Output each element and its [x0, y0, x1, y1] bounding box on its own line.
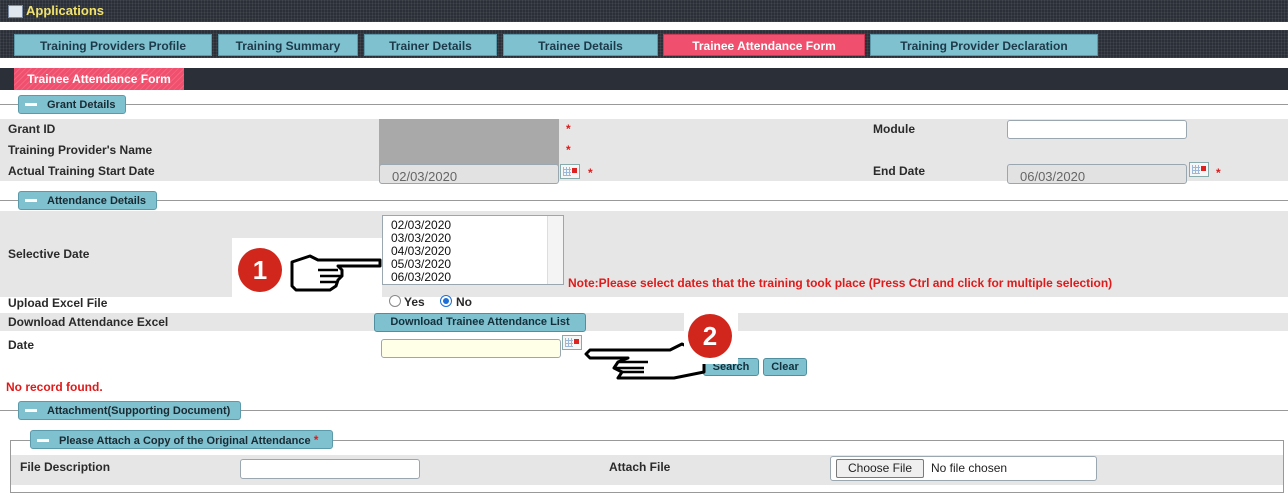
start-date-field[interactable]: 02/03/2020 — [379, 164, 559, 184]
redacted-grant-info — [379, 119, 559, 167]
collapse-icon — [25, 102, 37, 106]
download-excel-label: Download Attendance Excel — [8, 315, 169, 329]
grant-details-title: Grant Details — [47, 99, 116, 111]
grant-id-label: Grant ID — [8, 122, 56, 136]
end-date-calendar-icon[interactable] — [1189, 162, 1209, 177]
clear-button[interactable]: Clear — [763, 358, 807, 376]
tab-trainee-attendance-form[interactable]: Trainee Attendance Form — [663, 34, 865, 56]
date-option[interactable]: 03/03/2020 — [391, 231, 451, 245]
attachment-header[interactable]: Attachment(Supporting Document) — [18, 401, 242, 420]
section-divider — [0, 104, 1288, 105]
pointing-hand-icon — [290, 254, 382, 292]
tab-training-providers-profile[interactable]: Training Providers Profile — [14, 34, 212, 56]
listbox-scrollbar[interactable] — [547, 216, 563, 284]
application-icon — [8, 5, 23, 18]
upload-no-label: No — [456, 295, 472, 309]
attachment-title: Attachment(Supporting Document) — [47, 405, 231, 417]
provider-name-required: * — [566, 143, 571, 157]
selection-note: Note:Please select dates that the traini… — [568, 276, 1113, 290]
end-date-field[interactable]: 06/03/2020 — [1007, 164, 1187, 184]
collapse-icon — [37, 438, 49, 442]
tab-training-provider-declaration[interactable]: Training Provider Declaration — [870, 34, 1098, 56]
end-date-required: * — [1216, 166, 1221, 180]
date-label: Date — [8, 338, 35, 352]
provider-name-label: Training Provider's Name — [8, 143, 153, 157]
attach-copy-required: * — [313, 433, 319, 447]
end-date-label: End Date — [873, 164, 926, 178]
module-label: Module — [873, 122, 915, 136]
date-option[interactable]: 02/03/2020 — [391, 218, 451, 232]
step-1-badge: 1 — [238, 248, 282, 292]
tab-training-summary[interactable]: Training Summary — [218, 34, 358, 56]
file-description-label: File Description — [20, 460, 111, 474]
start-date-label: Actual Training Start Date — [8, 164, 155, 178]
upload-yes-radio[interactable] — [389, 295, 401, 307]
upload-yes-label: Yes — [404, 295, 425, 309]
grant-details-header[interactable]: Grant Details — [18, 95, 127, 114]
selective-date-label: Selective Date — [8, 247, 90, 261]
selective-date-listbox[interactable]: 02/03/2020 03/03/2020 04/03/2020 05/03/2… — [382, 215, 564, 285]
attach-copy-title: Please Attach a Copy of the Original Att… — [59, 435, 311, 447]
download-band — [0, 313, 1288, 331]
no-file-chosen-text: No file chosen — [931, 461, 1008, 475]
app-title: Applications — [26, 3, 105, 18]
tab-trainer-details[interactable]: Trainer Details — [364, 34, 497, 56]
collapse-icon — [25, 198, 37, 202]
date-field[interactable] — [381, 339, 561, 358]
upload-excel-label: Upload Excel File — [8, 296, 108, 310]
file-description-field[interactable] — [240, 459, 420, 479]
grant-id-required: * — [566, 122, 571, 136]
start-date-calendar-icon[interactable] — [560, 164, 580, 179]
attach-file-label: Attach File — [609, 460, 671, 474]
no-record-message: No record found. — [6, 380, 103, 394]
subtab-trainee-attendance-form[interactable]: Trainee Attendance Form — [14, 68, 184, 90]
date-option[interactable]: 05/03/2020 — [391, 257, 451, 271]
tab-trainee-details[interactable]: Trainee Details — [503, 34, 658, 56]
title-bar: Applications — [0, 0, 1288, 22]
date-option[interactable]: 04/03/2020 — [391, 244, 451, 258]
upload-no-radio[interactable] — [440, 295, 452, 307]
subtab-bar — [0, 68, 1288, 90]
start-date-required: * — [588, 166, 593, 180]
attach-copy-header[interactable]: Please Attach a Copy of the Original Att… — [30, 430, 334, 449]
attendance-details-header[interactable]: Attendance Details — [18, 191, 158, 210]
choose-file-button[interactable]: Choose File — [836, 459, 924, 478]
attendance-details-title: Attendance Details — [47, 195, 147, 207]
step-2-badge: 2 — [688, 314, 732, 358]
download-attendance-list-button[interactable]: Download Trainee Attendance List — [374, 313, 586, 332]
collapse-icon — [25, 408, 37, 412]
module-field[interactable] — [1007, 120, 1187, 139]
section-divider — [0, 200, 1288, 201]
date-option[interactable]: 06/03/2020 — [391, 270, 451, 284]
